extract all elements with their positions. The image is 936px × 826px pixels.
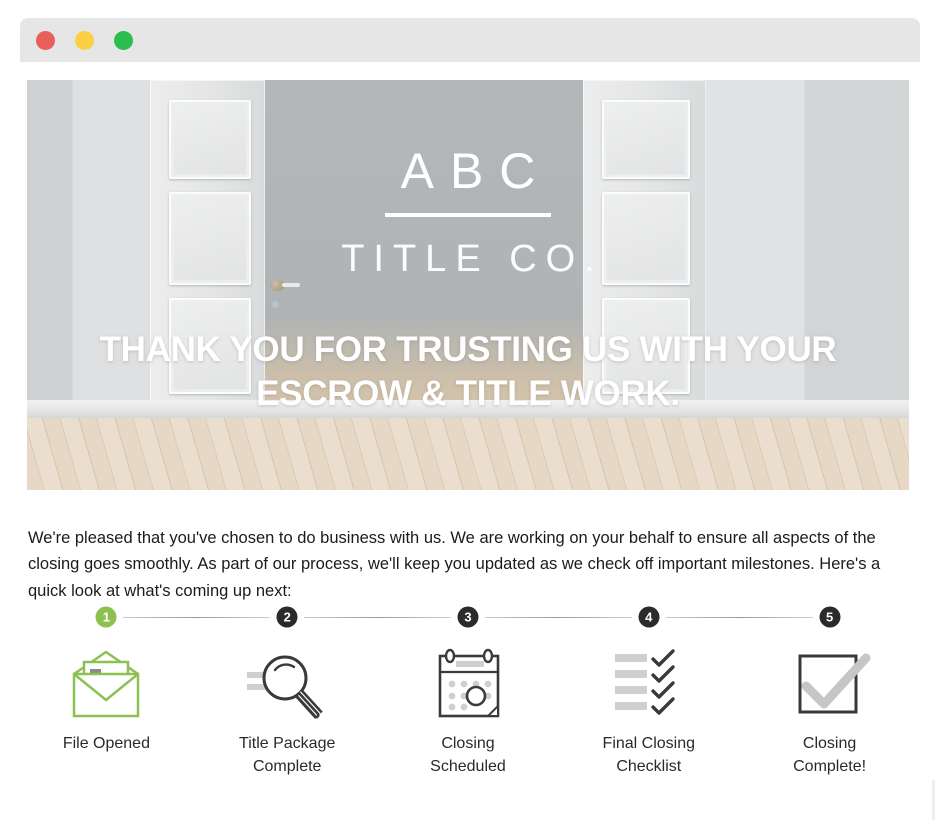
magnifying-glass-icon xyxy=(197,640,378,728)
app-window: ABC TITLE CO. THANK YOU FOR TRUSTING US … xyxy=(0,0,936,826)
step-number-track: 1 2 3 4 5 xyxy=(16,600,920,634)
scrollbar[interactable] xyxy=(932,780,935,820)
step-number-badge: 3 xyxy=(457,606,479,628)
step-icon-row xyxy=(16,640,920,728)
step-4-indicator[interactable]: 4 xyxy=(558,600,813,634)
logo-divider-rule xyxy=(385,213,551,217)
company-logo-secondary: TITLE CO. xyxy=(341,238,604,280)
calendar-icon xyxy=(378,640,559,728)
hero-banner: ABC TITLE CO. THANK YOU FOR TRUSTING US … xyxy=(27,80,909,490)
step-number-badge: 2 xyxy=(276,606,298,628)
step-2-label: Title Package Complete xyxy=(239,735,336,776)
step-5-label: Closing Complete! xyxy=(793,735,867,776)
step-label-row: File Opened Title Package Complete Closing S… xyxy=(16,732,920,778)
zoom-button[interactable] xyxy=(114,31,133,50)
open-envelope-icon xyxy=(16,640,197,728)
step-2-indicator[interactable]: 2 xyxy=(197,600,451,634)
step-number-badge: 5 xyxy=(819,606,841,628)
milestone-stepper: 1 2 3 4 5 File Opened Title Package Complete… xyxy=(16,600,920,800)
minimize-button[interactable] xyxy=(75,31,94,50)
checklist-icon xyxy=(558,640,739,728)
close-button[interactable] xyxy=(36,31,55,50)
step-5-indicator[interactable]: 5 xyxy=(739,600,920,634)
step-3-indicator[interactable]: 3 xyxy=(378,600,632,634)
company-logo-primary: ABC xyxy=(400,143,552,199)
window-titlebar xyxy=(20,18,920,62)
traffic-light-group xyxy=(36,31,133,50)
hero-headline: THANK YOU FOR TRUSTING US WITH YOUR ESCR… xyxy=(99,330,837,413)
step-number-badge: 1 xyxy=(95,606,117,628)
step-1-label: File Opened xyxy=(62,735,150,752)
intro-paragraph: We're pleased that you've chosen to do b… xyxy=(28,528,881,600)
step-1-indicator[interactable]: 1 xyxy=(16,600,271,634)
checked-box-icon xyxy=(739,640,920,728)
step-number-badge: 4 xyxy=(638,606,660,628)
step-3-label: Closing Scheduled xyxy=(430,735,506,776)
step-4-label: Final Closing Checklist xyxy=(602,735,696,776)
hero-text-overlay: ABC TITLE CO. THANK YOU FOR TRUSTING US … xyxy=(27,80,909,490)
